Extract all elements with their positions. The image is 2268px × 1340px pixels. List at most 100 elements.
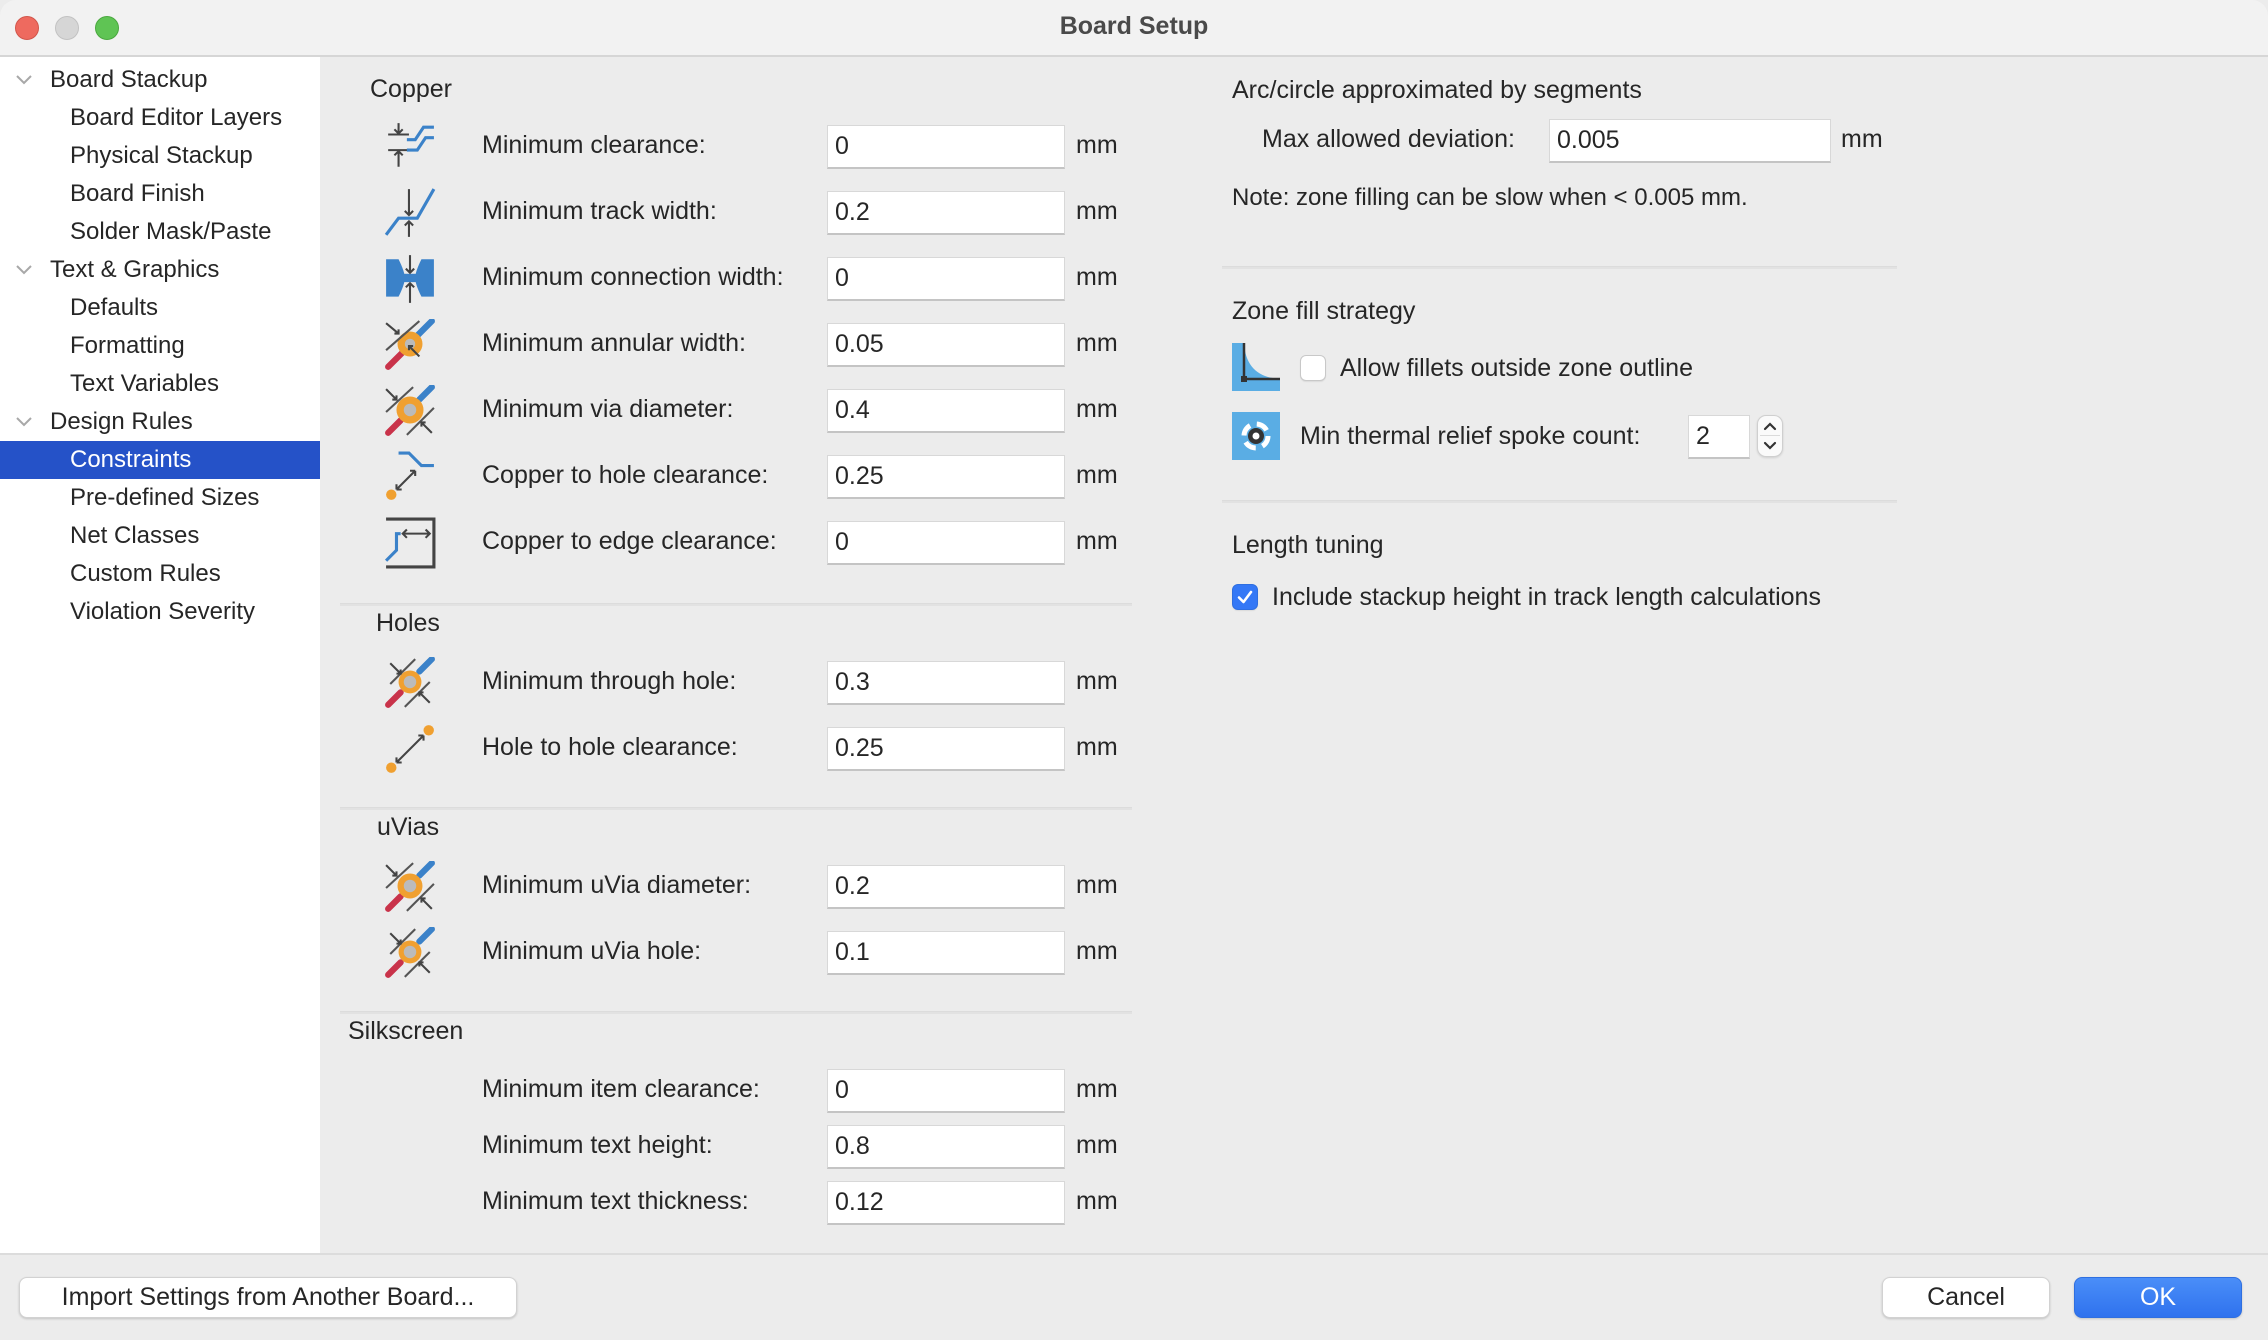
minimum-via-diameter-input[interactable]: 0.4 [827,389,1065,433]
sidebar-item-violation-severity[interactable]: Violation Severity [0,593,320,631]
minimum-uvia-hole-input[interactable]: 0.1 [827,931,1065,975]
sidebar-item-label: Custom Rules [70,560,221,587]
min-uvia-hole-icon [384,925,436,979]
spoke-count-stepper[interactable] [1757,415,1783,457]
chevron-down-icon[interactable] [14,251,34,289]
minimum-text-thickness-input[interactable]: 0.12 [827,1181,1065,1225]
sidebar-item-board-stackup[interactable]: Board Stackup [0,61,320,99]
minimum-uvia-diameter-input[interactable]: 0.2 [827,865,1065,909]
section-divider [1222,500,1897,503]
copper-to-edge-clearance-label: Copper to edge clearance: [482,527,777,555]
sidebar-item-design-rules[interactable]: Design Rules [0,403,320,441]
sidebar-item-formatting[interactable]: Formatting [0,327,320,365]
minimum-track-width-label: Minimum track width: [482,197,717,225]
max-deviation-input[interactable]: 0.005 [1549,119,1831,163]
sidebar-item-custom-rules[interactable]: Custom Rules [0,555,320,593]
sidebar-item-label: Text & Graphics [50,256,220,283]
copper-to-hole-clearance-unit: mm [1076,461,1118,489]
min-annular-width-icon [384,317,436,371]
increment-button[interactable] [1758,416,1782,436]
sidebar-item-label: Pre-defined Sizes [70,484,260,511]
spoke-count-input[interactable]: 2 [1688,415,1750,459]
window-title: Board Setup [1059,12,1209,40]
minimum-connection-width-input[interactable]: 0 [827,257,1065,301]
minimum-item-clearance-input[interactable]: 0 [827,1069,1065,1113]
minimum-track-width-input[interactable]: 0.2 [827,191,1065,235]
sidebar-item-text-graphics[interactable]: Text & Graphics [0,251,320,289]
sidebar-item-label: Text Variables [70,370,219,397]
sidebar-item-label: Formatting [70,332,185,359]
minimum-uvia-diameter-unit: mm [1076,871,1118,899]
allow-fillets-checkbox[interactable] [1300,355,1326,381]
decrement-button[interactable] [1758,436,1782,456]
section-divider [1222,266,1897,269]
minimum-text-height-unit: mm [1076,1131,1118,1159]
section-divider [340,1011,1132,1014]
min-uvia-diameter-icon [384,859,436,913]
max-deviation-label: Max allowed deviation: [1262,125,1515,153]
title-bar: Board Setup [0,0,2268,57]
zone-fill-section-title: Zone fill strategy [1232,297,1416,325]
chevron-up-icon [1763,422,1777,431]
allow-fillets-label: Allow fillets outside zone outline [1340,354,1693,382]
dialog-button-bar: Import Settings from Another Board... Ca… [0,1253,2268,1340]
minimum-through-hole-input[interactable]: 0.3 [827,661,1065,705]
copper-to-edge-clearance-input[interactable]: 0 [827,521,1065,565]
minimum-annular-width-unit: mm [1076,329,1118,357]
minimum-through-hole-label: Minimum through hole: [482,667,737,695]
minimum-clearance-input[interactable]: 0 [827,125,1065,169]
copper-to-edge-clearance-unit: mm [1076,527,1118,555]
sidebar-item-physical-stackup[interactable]: Physical Stackup [0,137,320,175]
sidebar-item-solder-mask-paste[interactable]: Solder Mask/Paste [0,213,320,251]
settings-tree: Board Stackup Board Editor Layers Physical… [0,57,320,1253]
import-settings-button[interactable]: Import Settings from Another Board... [19,1277,517,1318]
sidebar-item-label: Violation Severity [70,598,255,625]
sidebar-item-board-editor-layers[interactable]: Board Editor Layers [0,99,320,137]
hole-to-hole-clearance-unit: mm [1076,733,1118,761]
sidebar-item-defaults[interactable]: Defaults [0,289,320,327]
chevron-down-icon [1763,441,1777,450]
holes-section-title: Holes [376,609,440,637]
sidebar-item-board-finish[interactable]: Board Finish [0,175,320,213]
thermal-relief-icon [1232,412,1280,460]
sidebar-item-label: Constraints [70,446,192,473]
copper-to-hole-icon [384,451,436,503]
hole-to-hole-clearance-input[interactable]: 0.25 [827,727,1065,771]
minimum-connection-width-label: Minimum connection width: [482,263,784,291]
minimum-item-clearance-unit: mm [1076,1075,1118,1103]
sidebar-item-net-classes[interactable]: Net Classes [0,517,320,555]
minimum-annular-width-label: Minimum annular width: [482,329,746,357]
sidebar-item-constraints[interactable]: Constraints [0,441,320,479]
minimum-annular-width-input[interactable]: 0.05 [827,323,1065,367]
hole-to-hole-clearance-label: Hole to hole clearance: [482,733,738,761]
min-track-width-icon [384,187,436,239]
chevron-down-icon[interactable] [14,61,34,99]
fillet-icon [1232,343,1280,391]
cancel-button[interactable]: Cancel [1882,1277,2050,1318]
minimum-text-height-input[interactable]: 0.8 [827,1125,1065,1169]
sidebar-item-label: Design Rules [50,408,193,435]
ok-button[interactable]: OK [2074,1277,2242,1318]
include-stackup-height-label: Include stackup height in track length c… [1272,583,1821,611]
min-connection-width-icon [384,253,436,305]
hole-to-hole-icon [384,723,436,775]
minimum-text-height-label: Minimum text height: [482,1131,713,1159]
minimum-via-diameter-unit: mm [1076,395,1118,423]
sidebar-item-pre-defined-sizes[interactable]: Pre-defined Sizes [0,479,320,517]
chevron-down-icon[interactable] [14,403,34,441]
minimum-text-thickness-label: Minimum text thickness: [482,1187,749,1215]
sidebar-item-label: Physical Stackup [70,142,253,169]
copper-to-edge-icon [384,517,436,569]
copper-to-hole-clearance-input[interactable]: 0.25 [827,455,1065,499]
section-divider [340,603,1132,606]
include-stackup-height-checkbox[interactable] [1232,584,1258,610]
board-setup-window: Board Setup Board Stackup Board Editor La… [0,0,2268,1340]
sidebar-item-label: Board Stackup [50,66,208,93]
checkmark-icon [1237,590,1253,604]
sidebar-item-label: Board Editor Layers [70,104,283,131]
minimum-connection-width-unit: mm [1076,263,1118,291]
minimum-through-hole-unit: mm [1076,667,1118,695]
max-deviation-unit: mm [1841,125,1883,153]
zone-fill-note: Note: zone filling can be slow when < 0.… [1232,184,1748,211]
sidebar-item-text-variables[interactable]: Text Variables [0,365,320,403]
